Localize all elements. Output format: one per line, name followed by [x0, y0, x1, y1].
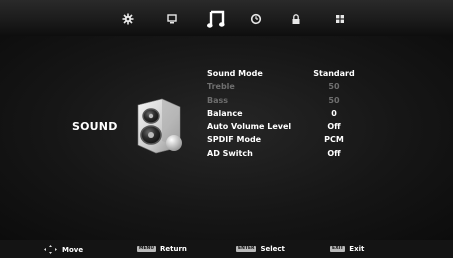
menu-item-label: SPDIF Mode	[207, 135, 262, 145]
select-label: Select	[260, 245, 285, 253]
menu-item-value: 50	[328, 82, 340, 92]
menu-title: SOUND	[72, 120, 118, 133]
menu-key: MENU	[137, 246, 156, 252]
tab-setup[interactable]	[330, 9, 350, 29]
menu-item-value: 50	[328, 95, 340, 105]
menu-item-label: Sound Mode	[207, 69, 263, 78]
menu-item-label: Balance	[207, 108, 243, 118]
return-label: Return	[159, 245, 187, 253]
tab-picture[interactable]	[118, 9, 138, 29]
exit-key: EXIT	[330, 246, 346, 252]
tab-lock[interactable]	[286, 9, 306, 29]
tab-sound[interactable]	[203, 6, 229, 32]
exit-hint: EXIT Exit	[330, 245, 364, 253]
menu-item-balance[interactable]: Balance 0	[207, 107, 387, 120]
time-icon	[250, 13, 262, 25]
lock-icon	[292, 14, 300, 24]
menu-item-label: AD Switch	[207, 148, 253, 158]
top-tab-bar	[0, 0, 453, 36]
menu-item-label: Auto Volume Level	[207, 122, 292, 132]
menu-item-treble: Treble 50	[207, 80, 387, 93]
sound-settings-list: Sound Mode Standard Treble 50 Bass 50 Balance 0…	[207, 67, 387, 160]
move-arrows-icon	[44, 245, 57, 254]
menu-item-label: Treble	[207, 82, 235, 92]
menu-item-value: Off	[327, 148, 341, 158]
return-hint: MENU Return	[137, 245, 187, 253]
menu-item-bass: Bass 50	[207, 94, 387, 107]
sound-icon	[207, 10, 225, 28]
menu-item-sound-mode[interactable]: Sound Mode Standard	[207, 67, 387, 80]
menu-item-value: PCM	[324, 135, 344, 145]
menu-item-value: Off	[327, 122, 341, 132]
menu-item-value: Standard	[313, 69, 355, 78]
channel-icon	[167, 14, 177, 24]
move-label: Move	[62, 245, 84, 254]
menu-item-ad-switch[interactable]: AD Switch Off	[207, 147, 387, 160]
picture-settings-icon	[122, 13, 134, 25]
menu-item-value: 0	[331, 108, 337, 118]
move-hint: Move	[44, 245, 83, 254]
exit-label: Exit	[349, 245, 365, 253]
menu-item-spdif-mode[interactable]: SPDIF Mode PCM	[207, 133, 387, 146]
tab-channel[interactable]	[162, 9, 182, 29]
speaker-icon	[130, 97, 188, 159]
setup-icon	[336, 15, 344, 23]
menu-item-label: Bass	[207, 95, 229, 105]
enter-key: ENTER	[236, 246, 257, 252]
tab-time[interactable]	[246, 9, 266, 29]
help-bar: Move MENU Return ENTER Select EXIT Exit	[0, 240, 453, 258]
menu-item-auto-volume-level[interactable]: Auto Volume Level Off	[207, 120, 387, 133]
select-hint: ENTER Select	[236, 245, 285, 253]
